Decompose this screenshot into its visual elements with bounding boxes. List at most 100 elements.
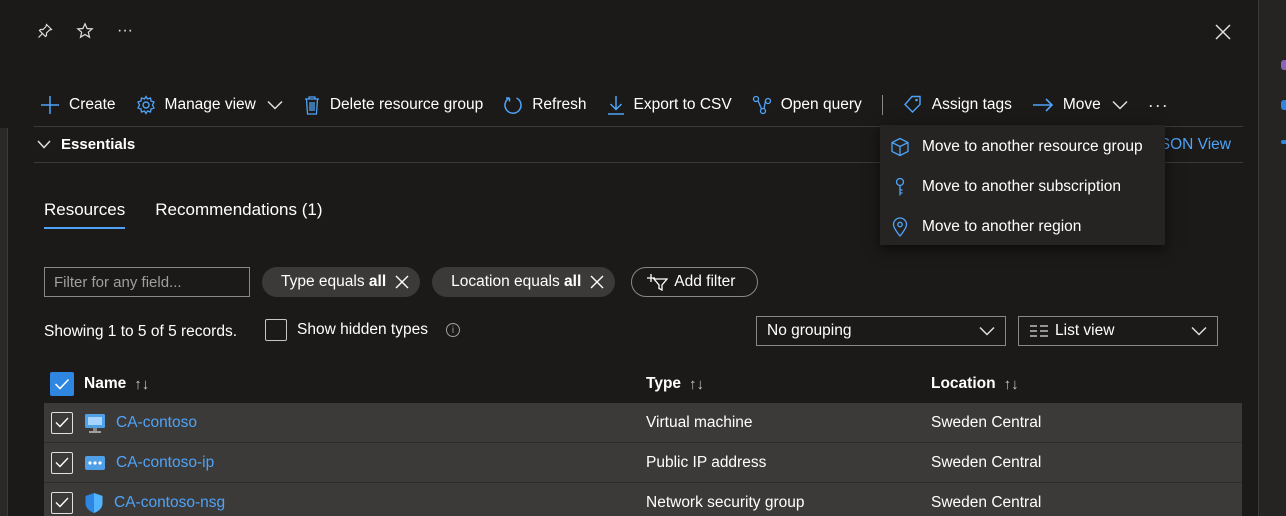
column-location[interactable]: Location ↑↓ bbox=[931, 375, 1019, 393]
move-button[interactable]: Move bbox=[1032, 96, 1128, 114]
row-type-cell: Virtual machine bbox=[646, 413, 753, 431]
remove-filter-icon[interactable] bbox=[589, 274, 605, 290]
row-select-cell bbox=[44, 451, 84, 474]
select-all-checkbox[interactable] bbox=[50, 372, 74, 396]
tab-resources[interactable]: Resources bbox=[44, 200, 126, 229]
grouping-dropdown[interactable]: No grouping bbox=[756, 316, 1006, 346]
refresh-icon bbox=[504, 97, 522, 114]
trash-icon bbox=[304, 96, 319, 115]
gear-icon bbox=[136, 95, 155, 115]
arrow-right-icon bbox=[1032, 98, 1054, 112]
resource-name-link[interactable]: CA-contoso-nsg bbox=[114, 494, 225, 512]
create-button[interactable]: Create bbox=[40, 95, 116, 115]
move-label: Move bbox=[1062, 96, 1101, 113]
query-icon bbox=[752, 95, 771, 115]
virtual-machine-icon bbox=[85, 413, 105, 433]
manage-view-label: Manage view bbox=[164, 96, 256, 113]
menu-item-label: Move to another subscription bbox=[922, 178, 1122, 195]
row-checkbox[interactable] bbox=[51, 411, 73, 434]
resource-name-link[interactable]: CA-contoso bbox=[116, 414, 197, 432]
row-type-cell: Public IP address bbox=[646, 453, 767, 471]
location-pin-icon bbox=[892, 217, 908, 237]
row-checkbox[interactable] bbox=[51, 491, 73, 514]
chevron-down-icon bbox=[267, 100, 283, 110]
sort-icon[interactable]: ↑↓ bbox=[689, 376, 704, 393]
row-location-cell: Sweden Central bbox=[931, 493, 1042, 511]
resource-tabs: Resources Recommendations (1) bbox=[44, 200, 323, 229]
location-filter-prefix: Location equals bbox=[451, 273, 565, 290]
column-type[interactable]: Type ↑↓ bbox=[646, 375, 931, 393]
essentials-label: Essentials bbox=[61, 136, 136, 153]
download-icon bbox=[607, 96, 624, 115]
type-filter-value: all bbox=[368, 273, 387, 290]
command-bar: Create Manage view Delete resource group… bbox=[40, 90, 1189, 120]
favorite-star-icon[interactable] bbox=[74, 20, 96, 42]
manage-view-button[interactable]: Manage view bbox=[136, 95, 283, 115]
location-filter-text: Location equals all bbox=[451, 273, 581, 291]
column-location-label: Location bbox=[931, 375, 996, 392]
type-filter-pill[interactable]: Type equals all bbox=[262, 267, 421, 297]
location-filter-pill[interactable]: Location equals all bbox=[432, 267, 616, 297]
remove-filter-icon[interactable] bbox=[394, 274, 410, 290]
open-query-button[interactable]: Open query bbox=[752, 95, 862, 115]
grouping-value: No grouping bbox=[767, 322, 852, 339]
left-panel-divider bbox=[0, 128, 8, 516]
location-filter-value: all bbox=[564, 273, 582, 290]
column-name-label: Name bbox=[84, 375, 127, 392]
assign-tags-label: Assign tags bbox=[931, 96, 1012, 113]
sort-icon[interactable]: ↑↓ bbox=[1004, 376, 1019, 393]
view-mode-dropdown[interactable]: List view bbox=[1018, 316, 1218, 346]
nsg-shield-icon bbox=[85, 492, 103, 513]
delete-resource-group-button[interactable]: Delete resource group bbox=[303, 95, 483, 115]
add-filter-button[interactable]: Add filter bbox=[631, 267, 759, 297]
row-name-cell: CA-contoso-nsg bbox=[84, 492, 646, 514]
refresh-button[interactable]: Refresh bbox=[503, 95, 587, 115]
key-icon bbox=[895, 177, 905, 196]
create-label: Create bbox=[69, 96, 116, 113]
table-row[interactable]: CA-contoso Virtual machine Sweden Centra… bbox=[44, 403, 1242, 443]
menu-item-move-subscription[interactable]: Move to another subscription bbox=[880, 167, 1165, 207]
purple-icon bbox=[1281, 60, 1286, 70]
open-query-label: Open query bbox=[780, 96, 862, 113]
right-panel-edge bbox=[1258, 0, 1286, 516]
chevron-down-icon bbox=[979, 326, 995, 336]
column-name[interactable]: Name ↑↓ bbox=[84, 375, 646, 393]
json-view-link[interactable]: SON View bbox=[1160, 136, 1231, 154]
records-count: Showing 1 to 5 of 5 records. bbox=[44, 323, 238, 340]
menu-item-label: Move to another resource group bbox=[922, 138, 1143, 155]
left-panel-edge bbox=[0, 0, 8, 516]
show-hidden-types-checkbox[interactable] bbox=[265, 319, 287, 341]
list-view-icon bbox=[1030, 325, 1048, 337]
table-row[interactable]: CA-contoso-nsg Network security group Sw… bbox=[44, 483, 1242, 516]
more-options-icon[interactable]: ··· bbox=[114, 20, 136, 42]
menu-item-move-region[interactable]: Move to another region bbox=[880, 207, 1165, 247]
type-filter-text: Type equals all bbox=[281, 273, 386, 291]
row-name-cell: CA-contoso bbox=[84, 412, 646, 434]
row-location-cell: Sweden Central bbox=[931, 453, 1042, 471]
public-ip-icon bbox=[85, 455, 105, 470]
resource-name-link[interactable]: CA-contoso-ip bbox=[116, 454, 214, 472]
row-type-cell: Network security group bbox=[646, 493, 805, 511]
tag-icon bbox=[903, 95, 921, 113]
export-csv-button[interactable]: Export to CSV bbox=[607, 95, 732, 115]
tab-recommendations[interactable]: Recommendations (1) bbox=[155, 200, 322, 229]
row-name-cell: CA-contoso-ip bbox=[84, 454, 646, 472]
menu-item-move-resource-group[interactable]: Move to another resource group bbox=[880, 127, 1165, 167]
sort-icon[interactable]: ↑↓ bbox=[134, 376, 149, 393]
blue-mark bbox=[1281, 140, 1286, 144]
table-row[interactable]: CA-contoso-ip Public IP address Sweden C… bbox=[44, 443, 1242, 483]
info-icon[interactable]: i bbox=[445, 323, 460, 337]
row-checkbox[interactable] bbox=[51, 451, 73, 474]
view-mode-content: List view bbox=[1029, 322, 1114, 340]
show-hidden-types-label: Show hidden types bbox=[297, 321, 428, 338]
column-type-label: Type bbox=[646, 375, 682, 392]
chevron-down-icon bbox=[37, 140, 51, 149]
filter-input[interactable] bbox=[44, 267, 250, 297]
select-all-cell bbox=[44, 372, 84, 396]
blue-icon bbox=[1281, 100, 1286, 110]
assign-tags-button[interactable]: Assign tags bbox=[903, 95, 1012, 115]
menu-item-label: Move to another region bbox=[922, 218, 1082, 235]
more-commands-button[interactable]: ··· bbox=[1148, 95, 1169, 116]
close-icon[interactable] bbox=[1212, 21, 1234, 43]
pin-icon[interactable] bbox=[34, 20, 56, 42]
